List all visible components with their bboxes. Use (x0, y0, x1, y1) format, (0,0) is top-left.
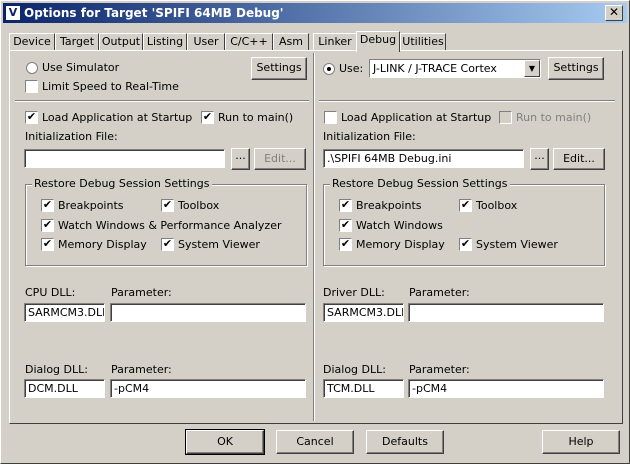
right-browse-button[interactable]: ... (530, 148, 549, 170)
right-run-to-main-checkbox[interactable] (499, 111, 512, 124)
right-load-app-checkbox[interactable] (324, 111, 337, 124)
right-toolbox-label: Toolbox (476, 199, 518, 212)
tab-c-cpp[interactable]: C/C++ (225, 33, 273, 51)
right-restore-title: Restore Debug Session Settings (330, 177, 510, 190)
left-load-app-checkbox[interactable]: ✔ (25, 111, 38, 124)
close-button[interactable]: ✕ (605, 5, 623, 21)
left-restore-title: Restore Debug Session Settings (32, 177, 212, 190)
left-dialog-dll-input[interactable]: DCM.DLL (24, 379, 105, 398)
tab-asm[interactable]: Asm (273, 33, 309, 51)
right-toolbox-checkbox[interactable]: ✔ (459, 199, 472, 212)
left-watch-checkbox[interactable]: ✔ (41, 219, 54, 232)
left-breakpoints-label: Breakpoints (58, 199, 124, 212)
right-load-app-label: Load Application at Startup (341, 111, 492, 124)
cpu-dll-input[interactable]: SARMCM3.DLL (24, 303, 105, 322)
driver-select[interactable]: J-LINK / J-TRACE Cortex ▼ (369, 59, 541, 78)
tab-debug[interactable]: Debug (356, 31, 400, 52)
right-dialog-param-input[interactable]: -pCM4 (408, 379, 604, 398)
left-breakpoints-checkbox[interactable]: ✔ (41, 199, 54, 212)
left-dialog-param-label: Parameter: (111, 363, 172, 376)
driver-dll-input[interactable]: SARMCM3.DLL (323, 303, 404, 322)
simulator-settings-button[interactable]: Settings (251, 57, 307, 80)
defaults-button[interactable]: Defaults (366, 430, 444, 454)
driver-select-value: J-LINK / J-TRACE Cortex (373, 62, 497, 75)
cpu-dll-label: CPU DLL: (25, 286, 76, 299)
right-run-to-main-label: Run to main() (516, 111, 592, 124)
use-driver-radio[interactable] (323, 63, 335, 75)
right-dialog-dll-label: Dialog DLL: (323, 363, 386, 376)
right-breakpoints-checkbox[interactable]: ✔ (339, 199, 352, 212)
tab-utilities[interactable]: Utilities (400, 33, 446, 51)
tab-linker[interactable]: Linker (313, 33, 357, 51)
left-load-app-label: Load Application at Startup (42, 111, 193, 124)
left-dialog-param-input[interactable]: -pCM4 (110, 379, 306, 398)
right-separator (319, 100, 615, 102)
tab-device[interactable]: Device (9, 33, 55, 51)
driver-param-input[interactable] (408, 303, 604, 322)
limit-speed-label: Limit Speed to Real-Time (42, 80, 179, 93)
left-init-file-input[interactable] (24, 149, 225, 168)
panel-divider (313, 53, 315, 421)
use-driver-label: Use: (339, 62, 364, 75)
left-run-to-main-label: Run to main() (218, 111, 294, 124)
tab-target[interactable]: Target (55, 33, 99, 51)
right-watch-label: Watch Windows (356, 219, 443, 232)
driver-dll-label: Driver DLL: (323, 286, 385, 299)
left-dialog-dll-label: Dialog DLL: (25, 363, 88, 376)
ok-button[interactable]: OK (185, 429, 265, 455)
left-init-file-label: Initialization File: (25, 130, 118, 143)
use-simulator-radio[interactable] (26, 62, 38, 74)
chevron-down-icon[interactable]: ▼ (524, 60, 540, 77)
limit-speed-checkbox[interactable] (25, 80, 38, 93)
left-browse-button[interactable]: ... (231, 148, 250, 170)
options-dialog: V Options for Target 'SPIFI 64MB Debug' … (0, 0, 630, 464)
right-memory-checkbox[interactable]: ✔ (339, 238, 352, 251)
left-watch-label: Watch Windows & Performance Analyzer (58, 219, 282, 232)
right-init-file-label: Initialization File: (323, 130, 416, 143)
right-memory-label: Memory Display (356, 238, 445, 251)
left-run-to-main-checkbox[interactable]: ✔ (201, 111, 214, 124)
right-sysview-label: System Viewer (476, 238, 558, 251)
cancel-button[interactable]: Cancel (276, 430, 354, 454)
left-toolbox-checkbox[interactable]: ✔ (161, 199, 174, 212)
cpu-param-input[interactable] (110, 303, 306, 322)
help-button[interactable]: Help (542, 430, 620, 454)
right-dialog-param-label: Parameter: (409, 363, 470, 376)
right-breakpoints-label: Breakpoints (356, 199, 422, 212)
left-sysview-checkbox[interactable]: ✔ (161, 238, 174, 251)
right-edit-button[interactable]: Edit... (553, 148, 605, 170)
right-dialog-dll-input[interactable]: TCM.DLL (323, 379, 404, 398)
left-edit-button[interactable]: Edit... (254, 148, 306, 170)
left-sysview-label: System Viewer (178, 238, 260, 251)
use-simulator-label: Use Simulator (42, 61, 120, 74)
left-memory-checkbox[interactable]: ✔ (41, 238, 54, 251)
driver-settings-button[interactable]: Settings (548, 57, 604, 80)
title-bar[interactable]: V Options for Target 'SPIFI 64MB Debug' … (3, 3, 627, 23)
driver-param-label: Parameter: (409, 286, 470, 299)
left-separator (15, 100, 309, 102)
left-toolbox-label: Toolbox (178, 199, 220, 212)
tab-user[interactable]: User (187, 33, 225, 51)
app-icon: V (6, 6, 20, 20)
right-watch-checkbox[interactable]: ✔ (339, 219, 352, 232)
tab-listing[interactable]: Listing (143, 33, 187, 51)
right-init-file-input[interactable]: .\SPIFI 64MB Debug.ini (323, 149, 524, 168)
left-memory-label: Memory Display (58, 238, 147, 251)
tab-output[interactable]: Output (99, 33, 143, 51)
window-title: Options for Target 'SPIFI 64MB Debug' (24, 6, 284, 20)
right-sysview-checkbox[interactable]: ✔ (459, 238, 472, 251)
cpu-param-label: Parameter: (111, 286, 172, 299)
